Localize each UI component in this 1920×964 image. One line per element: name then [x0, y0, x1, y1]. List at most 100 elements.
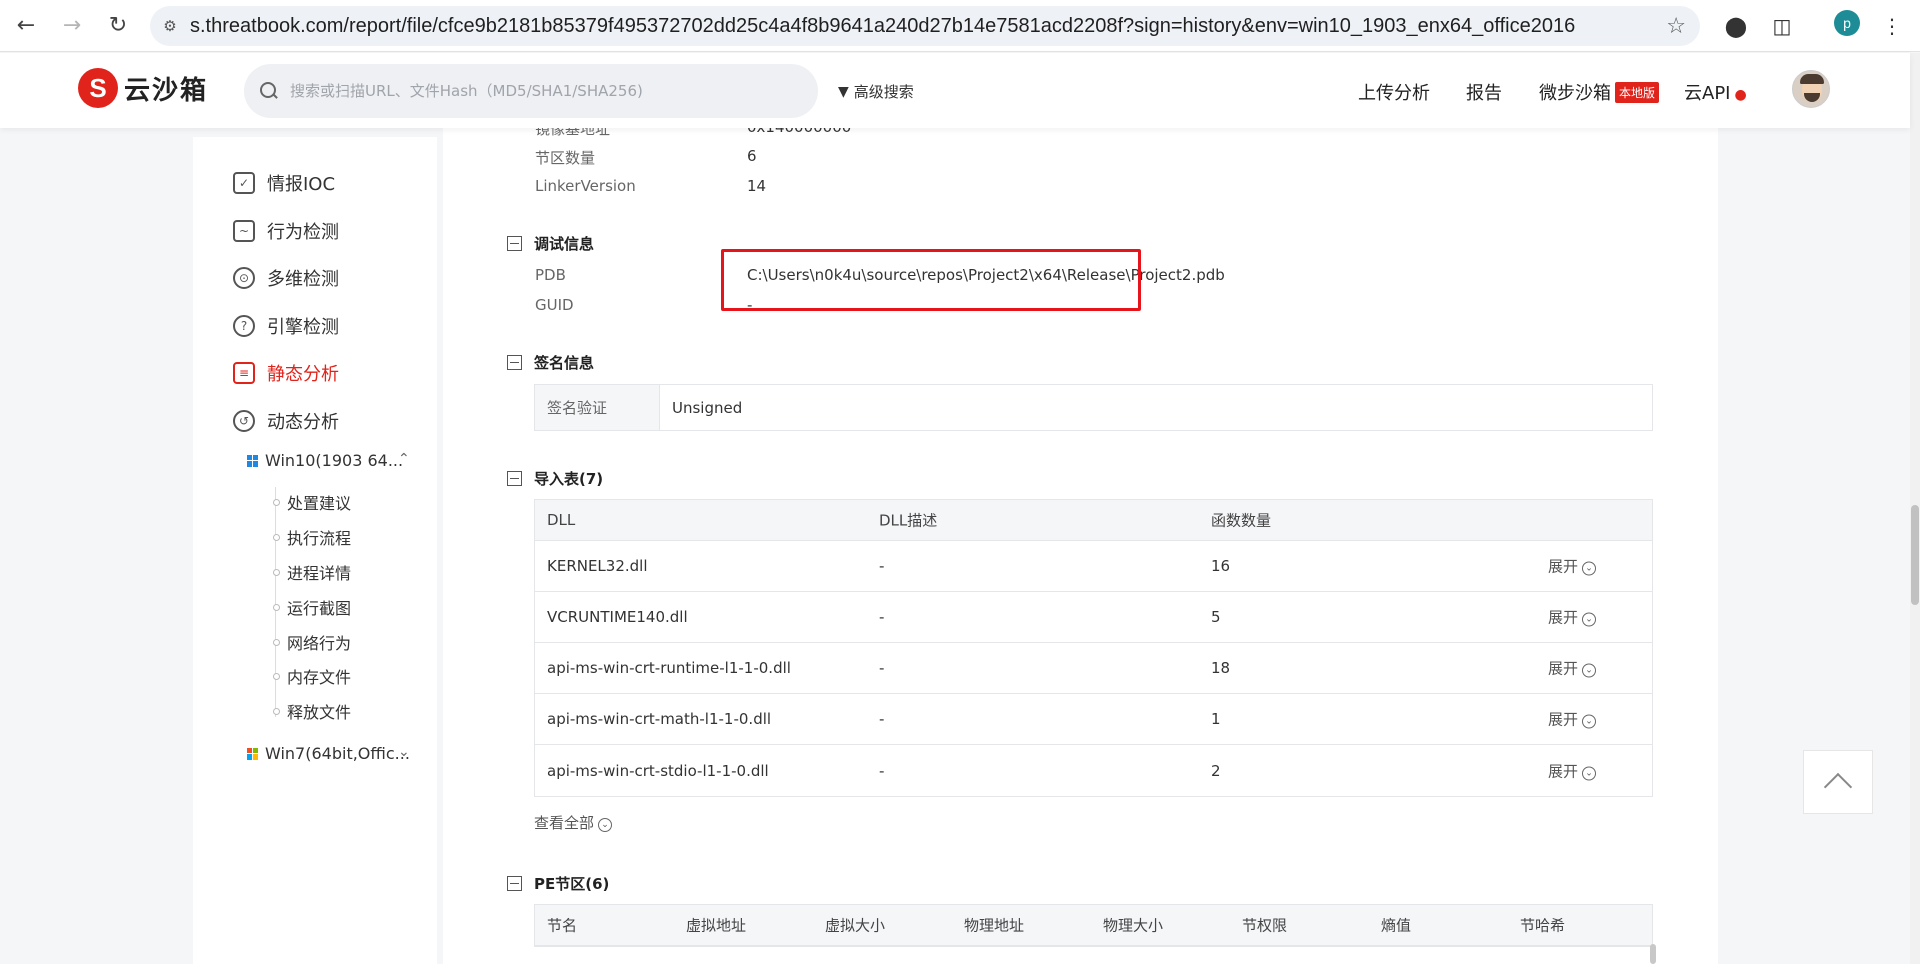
env-win10[interactable]: Win10(1903 64... [247, 451, 403, 470]
nav-report[interactable]: 报告 [1466, 79, 1502, 105]
logo-mark-icon: S [78, 68, 118, 108]
col-virtual-address: 虚拟地址 [686, 916, 747, 935]
collapse-icon[interactable] [507, 236, 522, 251]
dll-desc: - [879, 659, 885, 677]
chevron-down-circle-icon: ⌄ [598, 818, 613, 832]
table-row: api-ms-win-crt-runtime-l1-1-0.dll - 18 展… [535, 643, 1652, 694]
debug-section-title[interactable]: 调试信息 [507, 233, 594, 254]
sub-item-memory[interactable]: 内存文件 [272, 664, 351, 688]
collapse-icon[interactable] [507, 876, 522, 891]
extension-circle-icon[interactable]: ⬤ [1720, 10, 1752, 42]
expand-button[interactable]: 展开 ⌄ [1548, 607, 1597, 628]
fire-icon: ● [1734, 87, 1747, 103]
back-to-top-button[interactable] [1803, 750, 1873, 814]
sub-item-screenshots[interactable]: 运行截图 [272, 595, 351, 619]
dll-name: api-ms-win-crt-runtime-l1-1-0.dll [547, 659, 791, 677]
col-func-count: 函数数量 [1211, 511, 1272, 530]
sidebar-item-label: 情报IOC [267, 174, 336, 195]
sidebar-item-label: 多维检测 [267, 269, 339, 290]
sub-item-network[interactable]: 网络行为 [272, 630, 351, 654]
advanced-search-link[interactable]: ▼ 高级搜索 [838, 81, 914, 102]
table-row: KERNEL32.dll - 16 展开 ⌄ [535, 541, 1652, 592]
nav-weibu-sandbox[interactable]: 微步沙箱 本地版 [1539, 79, 1660, 105]
dll-desc: - [879, 761, 885, 780]
page-scrollbar-thumb[interactable] [1911, 505, 1919, 605]
sidebar-item-static-analysis[interactable]: ≡ 静态分析 [233, 360, 339, 386]
chevron-up-icon[interactable]: ⌃ [398, 451, 410, 467]
sub-item-advice[interactable]: 处置建议 [272, 490, 351, 514]
imports-section-title[interactable]: 导入表(7) [507, 468, 603, 489]
env-win7[interactable]: Win7(64bit,Offic... [247, 744, 410, 763]
sidebar-item-dynamic-analysis[interactable]: ↺ 动态分析 [233, 408, 339, 434]
col-permissions: 节权限 [1242, 916, 1288, 935]
table-scrollbar[interactable] [1650, 944, 1656, 964]
sub-item-process[interactable]: 进程详情 [272, 560, 351, 584]
sub-item-dropped[interactable]: 释放文件 [272, 699, 351, 723]
table-header: 节名 虚拟地址 虚拟大小 物理地址 物理大小 节权限 熵值 节哈希 [535, 905, 1652, 946]
env-win10-label: Win10(1903 64... [265, 451, 404, 470]
dll-desc: - [879, 710, 885, 728]
col-virtual-size: 虚拟大小 [825, 916, 886, 935]
browser-menu-icon[interactable]: ⋮ [1876, 10, 1908, 42]
signature-title-text: 签名信息 [534, 354, 595, 372]
dll-desc: - [879, 557, 885, 575]
chevron-down-circle-icon: ⌄ [1582, 561, 1597, 576]
signature-section-title[interactable]: 签名信息 [507, 352, 594, 373]
collapse-icon[interactable] [507, 471, 522, 486]
sidebar-item-engine[interactable]: ? 引擎检测 [233, 313, 339, 339]
back-arrow-icon[interactable]: ← [6, 6, 46, 46]
col-raw-size: 物理大小 [1103, 916, 1164, 935]
user-avatar[interactable] [1792, 70, 1830, 108]
expand-label: 展开 [1548, 608, 1579, 627]
browser-profile-avatar[interactable]: p [1834, 10, 1860, 36]
view-all-label: 查看全部 [534, 814, 595, 832]
view-all-link[interactable]: 查看全部 ⌄ [534, 812, 613, 833]
site-header: S 云沙箱 ▼ 高级搜索 上传分析 报告 微步沙箱本地版 云API● [0, 53, 1910, 128]
collapse-icon[interactable] [507, 355, 522, 370]
expand-button[interactable]: 展开 ⌄ [1548, 556, 1597, 577]
search-input[interactable] [290, 82, 790, 100]
nav-weibu-sandbox-label: 微步沙箱 [1539, 83, 1611, 104]
chevron-down-icon[interactable]: ⌄ [398, 744, 410, 760]
browser-toolbar: ← → ↻ ⚙ s.threatbook.com/report/file/cfc… [0, 0, 1920, 52]
bookmark-star-icon[interactable]: ☆ [1666, 14, 1686, 39]
table-header: DLL DLL描述 函数数量 [535, 500, 1652, 541]
expand-button[interactable]: 展开 ⌄ [1548, 760, 1597, 781]
site-logo[interactable]: S 云沙箱 [78, 68, 208, 108]
image-base-label: 镜像基地址 [535, 128, 611, 138]
site-info-icon[interactable]: ⚙ [150, 17, 190, 35]
col-entropy: 熵值 [1381, 916, 1412, 935]
engine-icon: ? [233, 315, 255, 337]
sidebar-item-label: 行为检测 [267, 222, 339, 243]
search-box[interactable] [244, 64, 818, 118]
sidebar-item-multi-detection[interactable]: ⊙ 多维检测 [233, 265, 339, 291]
chevron-down-circle-icon: ⌄ [1582, 663, 1597, 678]
reload-icon[interactable]: ↻ [98, 6, 138, 46]
pe-sections-title[interactable]: PE节区(6) [507, 873, 609, 894]
chevron-down-circle-icon: ⌄ [1582, 714, 1597, 729]
nav-cloud-api[interactable]: 云API ● [1684, 79, 1747, 105]
table-row: api-ms-win-crt-stdio-l1-1-0.dll - 2 展开 ⌄ [535, 745, 1652, 796]
expand-button[interactable]: 展开 ⌄ [1548, 658, 1597, 679]
logo-text: 云沙箱 [124, 75, 209, 106]
nav-upload[interactable]: 上传分析 [1358, 79, 1430, 105]
radar-icon: ⊙ [233, 267, 255, 289]
func-count: 18 [1211, 659, 1231, 677]
sidebar-item-intel-ioc[interactable]: ✓ 情报IOC [233, 170, 335, 196]
dll-name: KERNEL32.dll [547, 557, 648, 575]
signature-value: Unsigned [672, 398, 743, 417]
col-raw-address: 物理地址 [964, 916, 1025, 935]
url-text[interactable]: s.threatbook.com/report/file/cfce9b2181b… [190, 15, 1575, 38]
sub-item-exec-flow[interactable]: 执行流程 [272, 525, 351, 549]
extensions-puzzle-icon[interactable]: ◫ [1766, 10, 1798, 42]
forward-arrow-icon[interactable]: → [52, 6, 92, 46]
imports-title-text: 导入表(7) [534, 470, 604, 488]
tree-line [275, 487, 276, 717]
sidebar-item-label: 动态分析 [267, 412, 339, 433]
address-bar[interactable]: ⚙ s.threatbook.com/report/file/cfce9b218… [150, 6, 1700, 46]
expand-button[interactable]: 展开 ⌄ [1548, 709, 1597, 730]
linker-version-label: LinkerVersion [535, 177, 636, 195]
sidebar-item-behavior[interactable]: ~ 行为检测 [233, 218, 339, 244]
expand-label: 展开 [1548, 659, 1579, 678]
imports-table: DLL DLL描述 函数数量 KERNEL32.dll - 16 展开 ⌄ VCR… [534, 499, 1653, 797]
